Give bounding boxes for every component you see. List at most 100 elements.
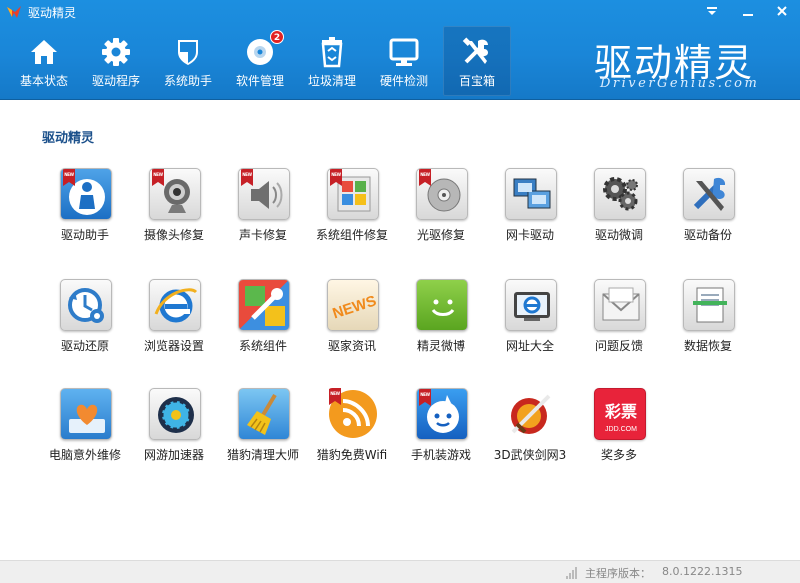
tool-game-accelerator[interactable]: 网游加速器 — [129, 388, 219, 488]
svg-text:JDD.COM: JDD.COM — [605, 426, 637, 433]
restore-icon — [60, 279, 112, 331]
top-bar: 驱动精灵 基本状态 驱动程序 系统助手 2 软件管理 垃圾清理 硬件检测 百宝箱… — [0, 0, 800, 100]
svg-text:NEWS: NEWS — [330, 292, 378, 322]
close-button[interactable] — [770, 1, 794, 21]
tool-label: 奖多多 — [600, 448, 637, 462]
tool-label: 声卡修复 — [238, 228, 287, 242]
home-icon — [31, 40, 57, 64]
gears-glyph — [603, 177, 638, 211]
tab-junk-cleanup[interactable]: 垃圾清理 — [298, 26, 366, 96]
app-logo-icon — [7, 6, 21, 18]
tool-system-components[interactable]: 系统组件 — [218, 279, 308, 379]
tv-glyph — [514, 292, 550, 321]
tab-software-manager[interactable]: 2 软件管理 — [226, 26, 294, 96]
tool-label: 猎豹免费Wifi — [316, 448, 388, 462]
tool-label: 手机装游戏 — [410, 448, 471, 462]
tab-driver-programs[interactable]: 驱动程序 — [82, 26, 150, 96]
lottery-glyph: 彩票 JDD.COM — [604, 402, 637, 433]
cd-drive-icon: NEW — [416, 168, 468, 220]
tool-label: 驱动备份 — [683, 228, 732, 242]
browser-icon — [149, 279, 201, 331]
document-scan-glyph — [693, 287, 727, 323]
notification-badge: 2 — [270, 30, 284, 44]
heart-repair-icon — [60, 388, 112, 440]
tool-network-card-driver[interactable]: 网卡驱动 — [485, 168, 575, 268]
tool-web-directory[interactable]: 网址大全 — [485, 279, 575, 379]
tool-browser-settings[interactable]: 浏览器设置 — [129, 279, 219, 379]
minimize-icon — [743, 14, 753, 16]
tool-data-recovery[interactable]: 数据恢复 — [663, 279, 753, 379]
title-bar: 驱动精灵 — [0, 0, 800, 24]
tool-driver-restore[interactable]: 驱动还原 — [40, 279, 130, 379]
brand-logo: 驱动精灵 DriverGenius.com — [594, 32, 766, 96]
network-card-icon — [505, 168, 557, 220]
jx3-game-icon — [505, 388, 557, 440]
tool-label: 驱动微调 — [594, 228, 643, 242]
section-title: 驱动精灵 — [42, 131, 95, 146]
tools-icon — [462, 37, 488, 64]
wifi-icon: NEW — [327, 388, 379, 440]
tool-driver-news[interactable]: NEWS 驱家资讯 — [307, 279, 397, 379]
tool-jiangduoduo[interactable]: 彩票 JDD.COM 奖多多 — [574, 388, 664, 488]
tool-label: 光驱修复 — [416, 228, 465, 242]
tool-cd-drive-repair[interactable]: NEW 光驱修复 — [396, 168, 486, 268]
tool-label: 网卡驱动 — [505, 228, 554, 242]
window-title: 驱动精灵 — [28, 6, 77, 20]
tool-label: 驱家资讯 — [327, 339, 376, 353]
mobile-game-icon: NEW — [416, 388, 468, 440]
heart-hands-glyph — [69, 404, 105, 433]
tab-system-assistant[interactable]: 系统助手 — [154, 26, 222, 96]
tool-system-component-repair[interactable]: NEW 系统组件修复 — [307, 168, 397, 268]
cleaner-broom-icon — [238, 388, 290, 440]
tool-label: 3D武侠剑网3 — [493, 448, 567, 462]
tab-label: 驱动程序 — [91, 74, 140, 88]
tool-jx3-game[interactable]: 3D武侠剑网3 — [485, 388, 575, 488]
tool-cheetah-wifi[interactable]: NEW 猎豹免费Wifi — [307, 388, 397, 488]
tool-genius-weibo[interactable]: 精灵微博 — [396, 279, 486, 379]
tool-label: 数据恢复 — [683, 339, 732, 353]
tab-label: 百宝箱 — [458, 74, 495, 88]
tool-pc-repair[interactable]: 电脑意外维修 — [40, 388, 130, 488]
lottery-icon: 彩票 JDD.COM — [594, 388, 646, 440]
tool-label: 系统组件修复 — [315, 228, 388, 242]
version-label: 主程序版本： — [585, 567, 651, 580]
gears-icon — [594, 168, 646, 220]
tab-toolbox[interactable]: 百宝箱 — [443, 26, 511, 96]
wrench-glyph — [693, 177, 726, 211]
tool-label: 问题反馈 — [594, 339, 643, 353]
tool-cheetah-cleaner[interactable]: 猎豹清理大师 — [218, 388, 308, 488]
brand-site: DriverGenius.com — [600, 76, 760, 91]
tool-driver-backup[interactable]: 驱动备份 — [663, 168, 753, 268]
news-icon: NEWS — [327, 279, 379, 331]
tab-label: 基本状态 — [19, 74, 68, 88]
windows-component-icon: NEW — [327, 168, 379, 220]
tool-label: 猎豹清理大师 — [226, 448, 299, 462]
tool-driver-helper[interactable]: NEW 驱动助手 — [40, 168, 130, 268]
system-tools-glyph — [245, 286, 285, 326]
driver-helper-icon: NEW — [60, 168, 112, 220]
weibo-icon — [416, 279, 468, 331]
tool-sound-card-repair[interactable]: NEW 声卡修复 — [218, 168, 308, 268]
flower-glyph — [158, 397, 194, 433]
sword-glyph — [511, 394, 551, 434]
tool-label: 浏览器设置 — [143, 339, 204, 353]
tool-feedback[interactable]: 问题反馈 — [574, 279, 664, 379]
tool-driver-tweak[interactable]: 驱动微调 — [574, 168, 664, 268]
game-accelerator-icon — [149, 388, 201, 440]
tool-label: 电脑意外维修 — [48, 448, 121, 462]
news-glyph: NEWS — [330, 292, 378, 322]
shield-icon — [178, 40, 198, 65]
network-glyph — [513, 178, 551, 209]
tab-hardware-detection[interactable]: 硬件检测 — [370, 26, 438, 96]
tool-label: 摄像头修复 — [143, 228, 204, 242]
svg-text:彩票: 彩票 — [604, 402, 637, 421]
minimize-button[interactable] — [736, 1, 760, 21]
ie-glyph — [154, 288, 198, 323]
envelope-glyph — [602, 287, 640, 321]
menu-arrow-button[interactable] — [700, 1, 724, 21]
signal-icon — [566, 567, 577, 579]
tool-webcam-repair[interactable]: NEW 摄像头修复 — [129, 168, 219, 268]
system-component-icon — [238, 279, 290, 331]
tool-mobile-games[interactable]: NEW 手机装游戏 — [396, 388, 486, 488]
tab-basic-status[interactable]: 基本状态 — [10, 26, 78, 96]
